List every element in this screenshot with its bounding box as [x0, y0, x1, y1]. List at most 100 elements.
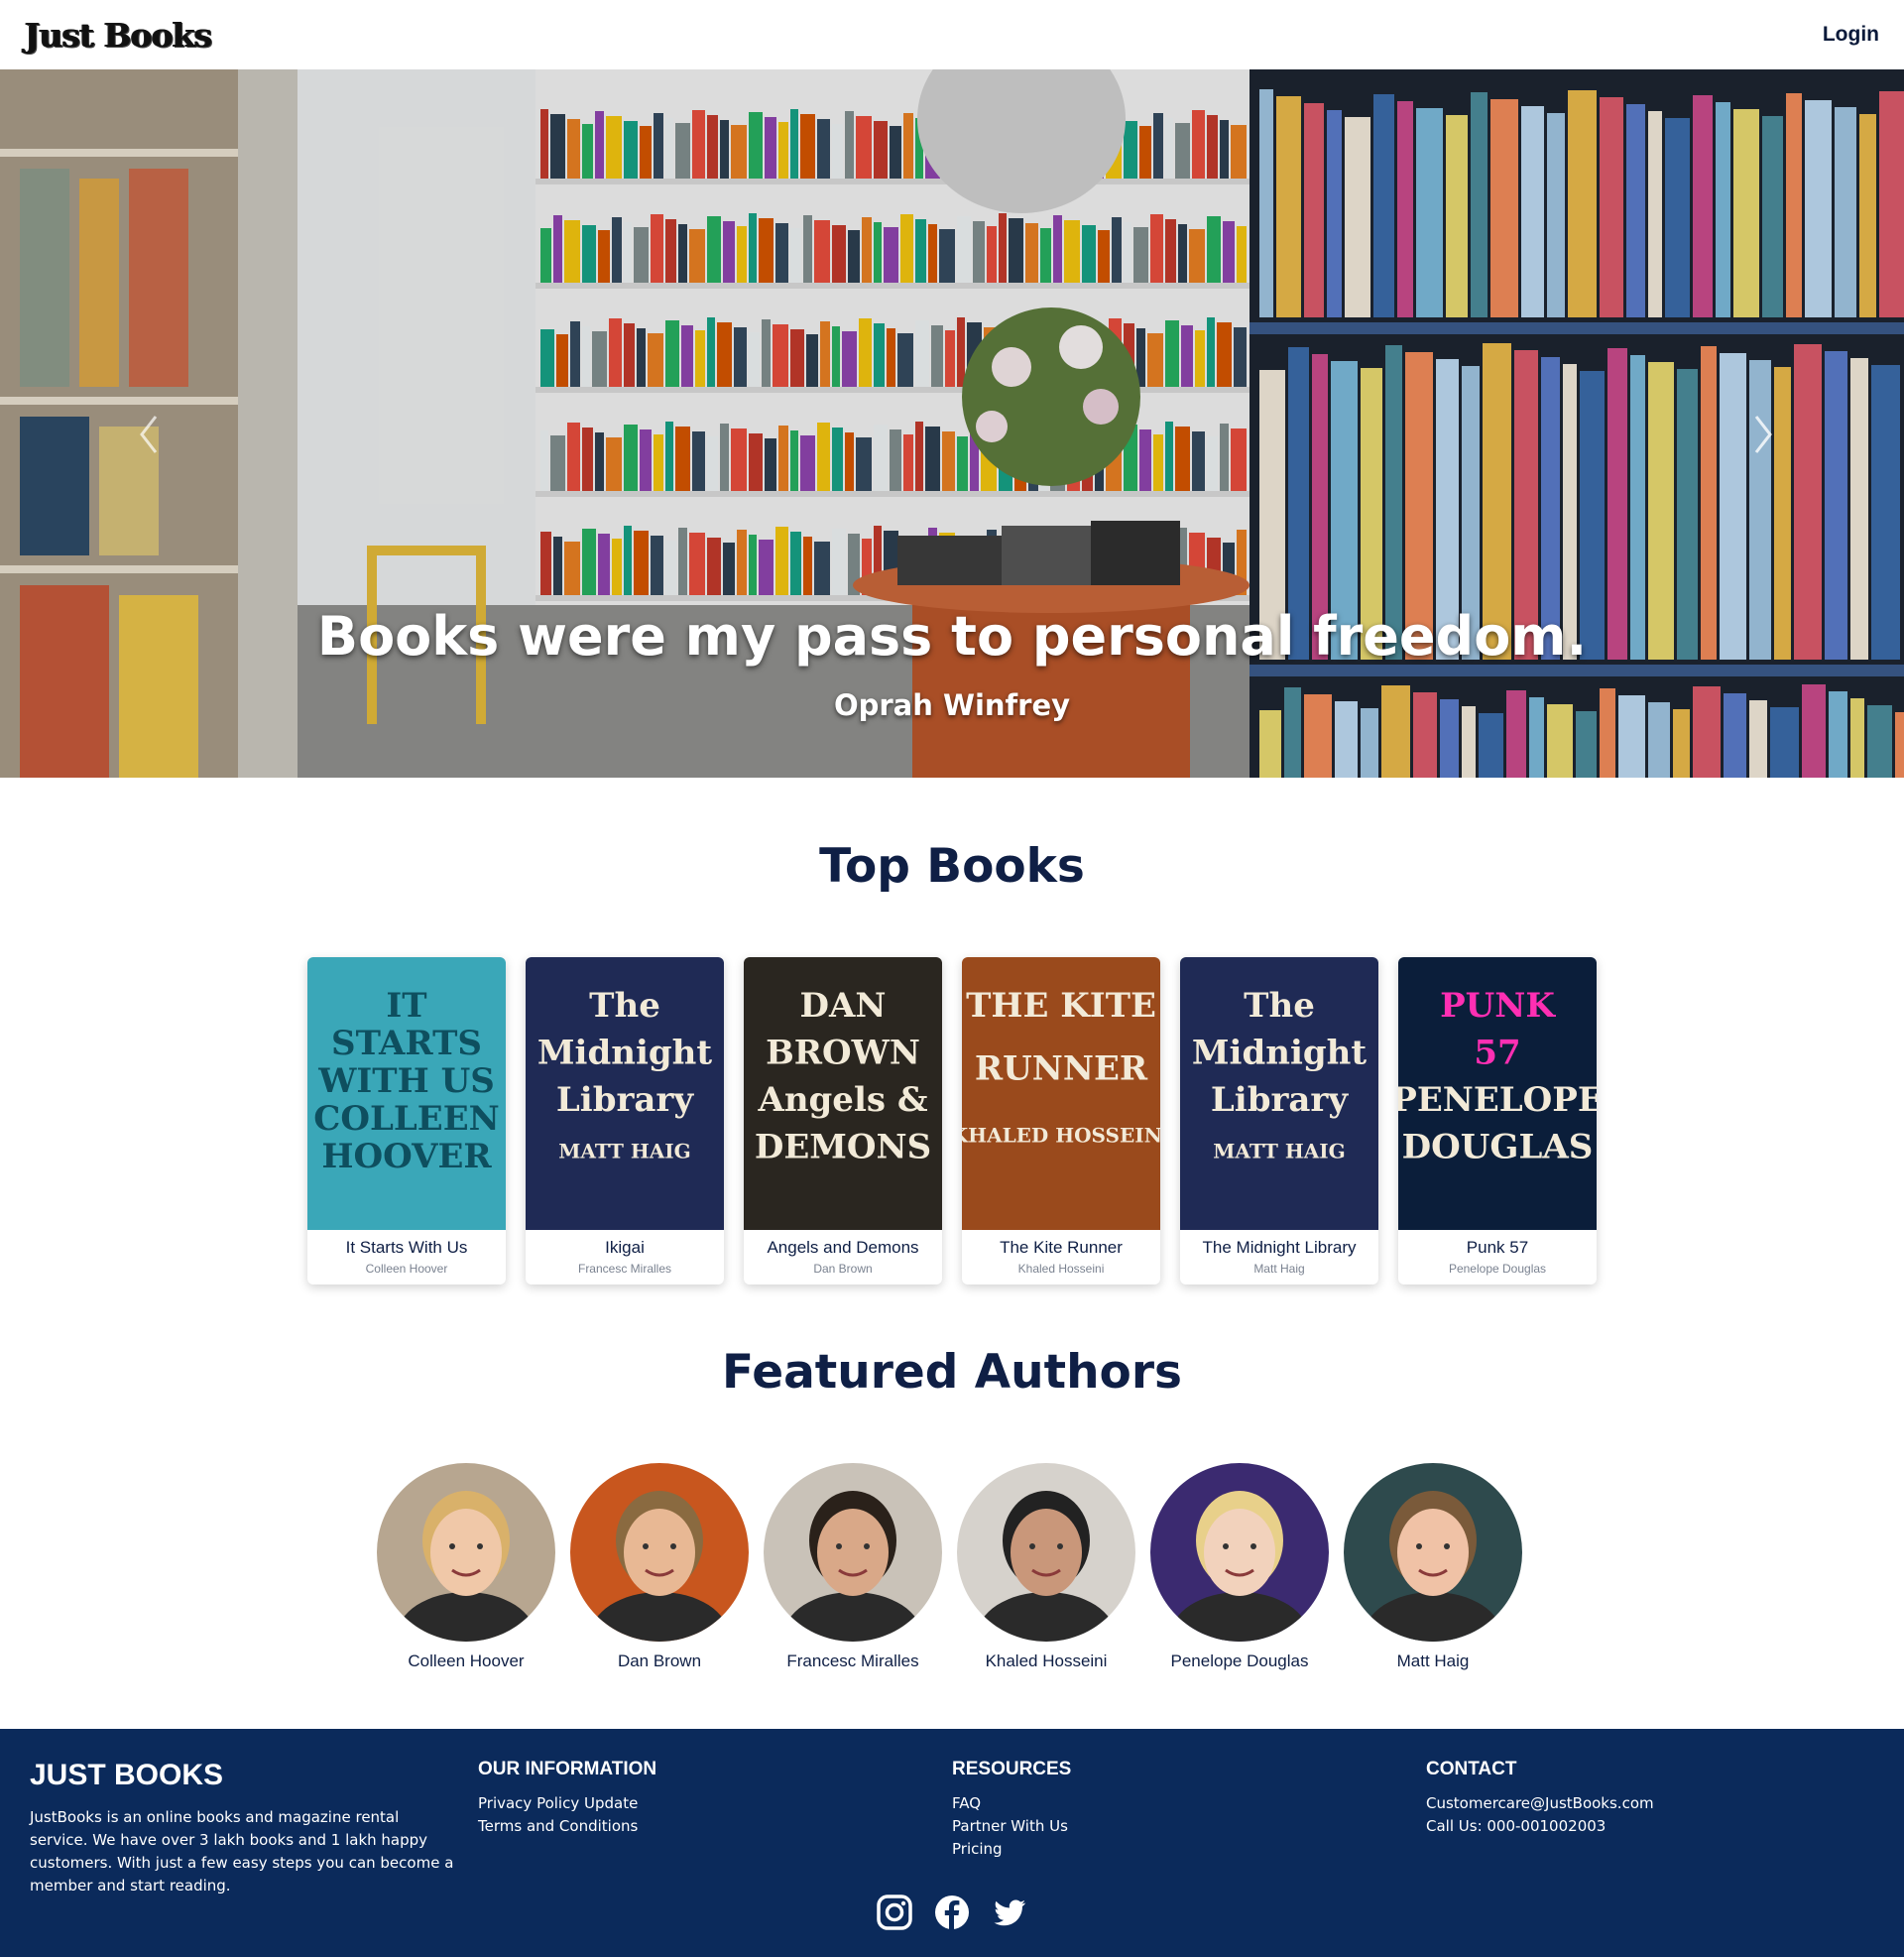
- svg-text:BROWN: BROWN: [766, 1034, 920, 1073]
- book-title[interactable]: The Kite Runner: [962, 1238, 1160, 1258]
- book-cover[interactable]: THE KITE RUNNER KHALED HOSSEINI: [962, 957, 1160, 1230]
- book-cover-image: PUNK 57 PENELOPE DOUGLAS: [1398, 957, 1597, 1230]
- author-portrait-image: [957, 1463, 1135, 1642]
- svg-text:Library: Library: [556, 1080, 694, 1120]
- book-cover[interactable]: PUNK 57 PENELOPE DOUGLAS: [1398, 957, 1597, 1230]
- author-portrait-image: [1344, 1463, 1522, 1642]
- site-logo[interactable]: Just Books: [25, 16, 212, 55]
- author-name[interactable]: Matt Haig: [1344, 1651, 1522, 1671]
- svg-text:THE KITE: THE KITE: [966, 986, 1156, 1026]
- svg-text:DEMONS: DEMONS: [755, 1128, 931, 1167]
- svg-text:WITH US: WITH US: [317, 1061, 495, 1101]
- book-card[interactable]: THE KITE RUNNER KHALED HOSSEINI The Kite R…: [962, 957, 1160, 1284]
- footer-link-partner[interactable]: Partner With Us: [952, 1815, 1071, 1838]
- svg-text:57: 57: [1474, 1034, 1520, 1073]
- book-card[interactable]: DAN BROWN Angels & DEMONS Angels and Demons…: [744, 957, 942, 1284]
- book-cover[interactable]: The Midnight Library MATT HAIG: [526, 957, 724, 1230]
- book-author: Penelope Douglas: [1448, 1262, 1547, 1276]
- social-links: [876, 1894, 1028, 1931]
- book-cover-image: ITSTARTSWITH USCOLLEENHOOVER: [307, 957, 506, 1230]
- book-cover-image: The Midnight Library MATT HAIG: [526, 957, 724, 1230]
- author-card[interactable]: Colleen Hoover: [377, 1463, 555, 1671]
- carousel-prev-icon[interactable]: [134, 405, 164, 464]
- book-cover[interactable]: IT STARTS WITH US COLLEEN HOOVER: [307, 957, 506, 1230]
- footer-contact-heading: CONTACT: [1426, 1759, 1517, 1779]
- book-title[interactable]: Angels and Demons: [744, 1238, 942, 1258]
- footer-link-faq[interactable]: FAQ: [952, 1792, 1071, 1815]
- footer-contact-email[interactable]: Customercare@JustBooks.com: [1426, 1792, 1654, 1815]
- login-link[interactable]: Login: [1823, 23, 1879, 47]
- book-author: Khaled Hosseini: [1017, 1262, 1105, 1276]
- svg-text:RUNNER: RUNNER: [975, 1048, 1148, 1088]
- featured-authors-title: Featured Authors: [722, 1345, 1182, 1400]
- svg-text:DAN: DAN: [800, 986, 887, 1026]
- author-photo[interactable]: [1344, 1463, 1522, 1642]
- author-portrait-image: [570, 1463, 749, 1642]
- hero-bookstore-image: [0, 69, 1904, 778]
- svg-text:COLLEEN: COLLEEN: [313, 1099, 499, 1139]
- author-card[interactable]: Francesc Miralles: [764, 1463, 942, 1671]
- book-cover[interactable]: DAN BROWN Angels & DEMONS: [744, 957, 942, 1230]
- svg-text:MATT HAIG: MATT HAIG: [558, 1140, 690, 1163]
- author-photo[interactable]: [570, 1463, 749, 1642]
- author-portrait-image: [764, 1463, 942, 1642]
- footer-info-column: OUR INFORMATION Privacy Policy Update Te…: [478, 1759, 656, 1838]
- top-books-title: Top Books: [819, 839, 1085, 894]
- svg-text:The: The: [589, 986, 660, 1026]
- svg-text:HOOVER: HOOVER: [321, 1137, 492, 1176]
- author-name[interactable]: Francesc Miralles: [764, 1651, 942, 1671]
- footer-link-pricing[interactable]: Pricing: [952, 1838, 1071, 1861]
- svg-text:Midnight: Midnight: [537, 1034, 712, 1073]
- book-author: Colleen Hoover: [365, 1262, 448, 1276]
- author-photo[interactable]: [1150, 1463, 1329, 1642]
- footer-link-terms[interactable]: Terms and Conditions: [478, 1815, 656, 1838]
- book-title[interactable]: It Starts With Us: [307, 1238, 506, 1258]
- svg-text:PUNK: PUNK: [1440, 986, 1556, 1026]
- author-card[interactable]: Dan Brown: [570, 1463, 749, 1671]
- book-author: Matt Haig: [1253, 1262, 1305, 1276]
- book-cover-image: The Midnight Library MATT HAIG: [1180, 957, 1378, 1230]
- footer-contact-column: CONTACT Customercare@JustBooks.com Call …: [1426, 1759, 1654, 1838]
- author-card[interactable]: Khaled Hosseini: [957, 1463, 1135, 1671]
- book-author: Francesc Miralles: [577, 1262, 672, 1276]
- author-name[interactable]: Colleen Hoover: [377, 1651, 555, 1671]
- svg-text:KHALED HOSSEINI: KHALED HOSSEINI: [962, 1124, 1160, 1148]
- hero-carousel: Books were my pass to personal freedom. …: [0, 69, 1904, 778]
- author-photo[interactable]: [957, 1463, 1135, 1642]
- footer-link-privacy[interactable]: Privacy Policy Update: [478, 1792, 656, 1815]
- author-photo[interactable]: [377, 1463, 555, 1642]
- footer-about-text: JustBooks is an online books and magazin…: [30, 1808, 454, 1895]
- site-header: Just Books Login: [0, 0, 1904, 69]
- footer-brand: JUST BOOKS: [30, 1759, 224, 1791]
- twitter-icon[interactable]: [991, 1894, 1028, 1931]
- author-name[interactable]: Dan Brown: [570, 1651, 749, 1671]
- author-name[interactable]: Khaled Hosseini: [957, 1651, 1135, 1671]
- book-card[interactable]: The Midnight Library MATT HAIG Ikigai Franc…: [526, 957, 724, 1284]
- instagram-icon[interactable]: [876, 1894, 913, 1931]
- book-card[interactable]: The Midnight Library MATT HAIG The Midnight…: [1180, 957, 1378, 1284]
- footer-contact-phone: Call Us: 000-001002003: [1426, 1817, 1606, 1835]
- facebook-icon[interactable]: [933, 1894, 971, 1931]
- author-name[interactable]: Penelope Douglas: [1150, 1651, 1329, 1671]
- book-title[interactable]: The Midnight Library: [1180, 1238, 1378, 1258]
- svg-text:DOUGLAS: DOUGLAS: [1402, 1128, 1594, 1167]
- author-portrait-image: [1150, 1463, 1329, 1642]
- book-cover[interactable]: The Midnight Library MATT HAIG: [1180, 957, 1378, 1230]
- author-card[interactable]: Matt Haig: [1344, 1463, 1522, 1671]
- book-card[interactable]: IT STARTS WITH US COLLEEN HOOVER It Starts W…: [307, 957, 506, 1284]
- book-cover-image: DAN BROWN Angels & DEMONS: [744, 957, 942, 1230]
- footer-info-heading: OUR INFORMATION: [478, 1759, 657, 1779]
- book-title[interactable]: Ikigai: [526, 1238, 724, 1258]
- hero-quote: Books were my pass to personal freedom.: [316, 605, 1588, 668]
- book-title[interactable]: Punk 57: [1398, 1238, 1597, 1258]
- svg-text:Library: Library: [1211, 1080, 1349, 1120]
- book-card[interactable]: PUNK 57 PENELOPE DOUGLAS Punk 57 Penelope D…: [1398, 957, 1597, 1284]
- carousel-next-icon[interactable]: [1748, 405, 1778, 464]
- svg-text:PENELOPE: PENELOPE: [1398, 1080, 1597, 1120]
- footer-resources-heading: RESOURCES: [952, 1759, 1072, 1779]
- author-photo[interactable]: [764, 1463, 942, 1642]
- author-portrait-image: [377, 1463, 555, 1642]
- hero-quote-author: Oprah Winfrey: [833, 688, 1071, 722]
- svg-text:IT: IT: [386, 986, 426, 1026]
- author-card[interactable]: Penelope Douglas: [1150, 1463, 1329, 1671]
